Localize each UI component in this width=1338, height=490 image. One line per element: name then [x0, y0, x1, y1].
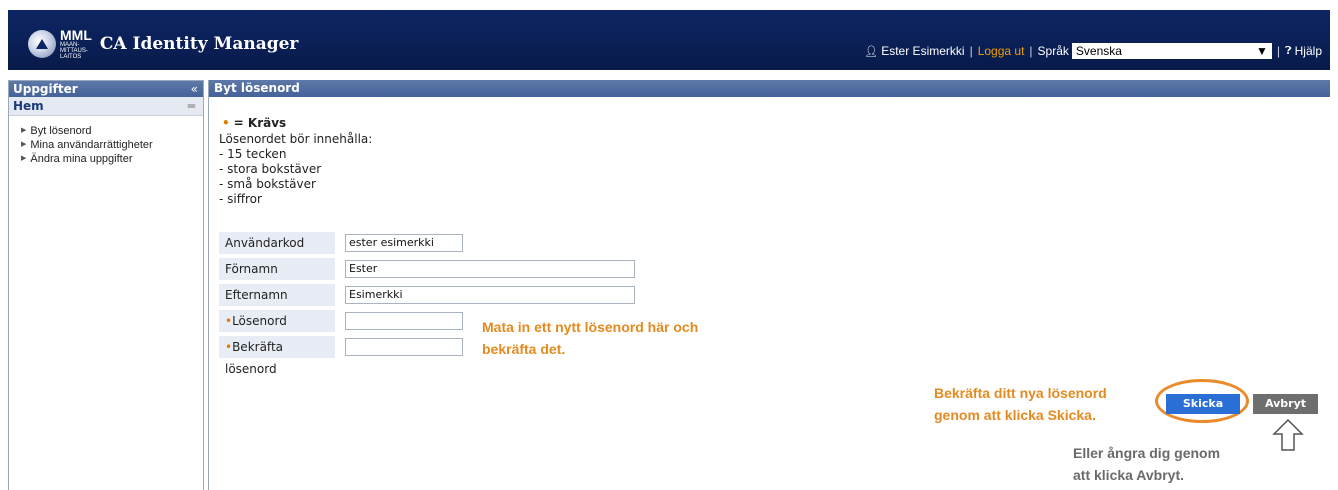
sidebar-item-change-password[interactable]: ▶ Byt lösenord: [9, 124, 203, 138]
language-value: Svenska: [1075, 44, 1122, 58]
logo-text: MML MAAN- MITTAUS- LAITOS: [60, 28, 92, 60]
logo: MML MAAN- MITTAUS- LAITOS CA Identity Ma…: [28, 28, 298, 60]
rules-intro: Lösenordet bör innehålla:: [219, 132, 373, 146]
language-select[interactable]: Svenska ▼: [1071, 43, 1272, 59]
collapse-icon[interactable]: «: [191, 82, 203, 96]
minimize-icon[interactable]: ═: [188, 99, 203, 113]
password-label: Lösenord: [232, 314, 287, 328]
sidebar-section-label: Hem: [13, 99, 44, 113]
annotation-line: bekräfta det.: [482, 341, 566, 357]
required-legend: • = Krävs: [222, 116, 286, 130]
form-row-lastname: Efternamn Esimerkki: [219, 282, 635, 308]
separator: |: [969, 44, 973, 58]
firstname-field[interactable]: Ester: [345, 260, 635, 278]
user-icon: 👤︎: [864, 45, 879, 58]
separator: |: [1029, 44, 1033, 58]
annotation-line: Mata in ett nytt lösenord här och: [482, 319, 699, 335]
required-legend-text: = Krävs: [233, 116, 287, 130]
annotation-line: Eller ångra dig genom: [1073, 445, 1221, 461]
rule-item: - siffror: [219, 192, 262, 206]
sidebar-item-edit-profile[interactable]: ▶ Ändra mina uppgifter: [9, 152, 203, 166]
submit-annotation: Bekräfta ditt nya lösenord genom att kli…: [934, 382, 1107, 426]
app-header: MML MAAN- MITTAUS- LAITOS CA Identity Ma…: [8, 10, 1330, 70]
language-label: Språk: [1037, 44, 1069, 58]
submit-button[interactable]: Skicka: [1166, 394, 1240, 414]
user-name: Ester Esimerkki: [881, 44, 965, 58]
lastname-label: Efternamn: [219, 284, 335, 306]
sidebar-item-label: Byt lösenord: [30, 125, 92, 137]
sidebar: Uppgifter « Hem ═ ▶ Byt lösenord ▶ Mina an…: [8, 80, 204, 490]
annotation-line: genom att klicka Skicka.: [934, 407, 1096, 423]
triangle-right-icon: ▶: [21, 141, 27, 148]
chevron-down-icon: ▼: [1256, 44, 1268, 58]
rule-item: - små bokstäver: [219, 177, 316, 191]
form-row-username: Användarkod ester esimerkki: [219, 230, 635, 256]
app-title: CA Identity Manager: [99, 34, 299, 54]
sidebar-item-label: Ändra mina uppgifter: [30, 153, 133, 165]
help-icon: ❓︎: [1285, 44, 1292, 57]
logout-link[interactable]: Logga ut: [978, 44, 1025, 58]
page-title: Byt lösenord: [209, 80, 1330, 97]
logo-small-text-3: LAITOS: [60, 54, 82, 60]
cancel-annotation: Eller ångra dig genom att klicka Avbryt.: [1073, 442, 1220, 486]
password-field[interactable]: [345, 312, 463, 330]
help-link[interactable]: Hjälp: [1295, 44, 1322, 58]
password-label-cell: •Lösenord: [219, 310, 335, 332]
header-user-bar: 👤︎ Ester Esimerkki | Logga ut | Språk Sv…: [864, 43, 1322, 59]
firstname-label: Förnamn: [219, 258, 335, 280]
password-rules: Lösenordet bör innehålla: - 15 tecken - …: [219, 132, 372, 207]
sidebar-item-label: Mina användarrättigheter: [30, 139, 153, 151]
arrow-up-icon: [1272, 418, 1304, 451]
rule-item: - stora bokstäver: [219, 162, 322, 176]
annotation-line: Bekräfta ditt nya lösenord: [934, 385, 1107, 401]
sidebar-header: Uppgifter «: [9, 81, 203, 97]
logo-mark-icon: [28, 30, 56, 58]
required-dot-icon: •: [222, 116, 230, 130]
sidebar-nav: ▶ Byt lösenord ▶ Mina användarrättigheter …: [9, 124, 203, 166]
cancel-button[interactable]: Avbryt: [1253, 394, 1318, 414]
sidebar-item-user-rights[interactable]: ▶ Mina användarrättigheter: [9, 138, 203, 152]
username-field[interactable]: ester esimerkki: [345, 234, 463, 252]
triangle-right-icon: ▶: [21, 155, 27, 162]
rule-item: - 15 tecken: [219, 147, 287, 161]
sidebar-section-home[interactable]: Hem ═: [9, 97, 203, 116]
logo-big-text: MML: [60, 27, 92, 43]
confirm-password-label: Bekräfta lösenord: [225, 340, 284, 376]
confirm-label-cell: •Bekräfta lösenord: [219, 336, 335, 376]
lastname-field[interactable]: Esimerkki: [345, 286, 635, 304]
separator: |: [1276, 44, 1281, 58]
annotation-line: att klicka Avbryt.: [1073, 467, 1185, 483]
sidebar-title: Uppgifter: [13, 82, 78, 96]
form-row-firstname: Förnamn Ester: [219, 256, 635, 282]
triangle-right-icon: ▶: [21, 127, 27, 134]
password-annotation: Mata in ett nytt lösenord här och bekräf…: [482, 316, 698, 360]
main-panel: Byt lösenord • = Krävs Lösenordet bör inn…: [208, 80, 1330, 490]
username-label: Användarkod: [219, 232, 335, 254]
confirm-password-field[interactable]: [345, 338, 463, 356]
